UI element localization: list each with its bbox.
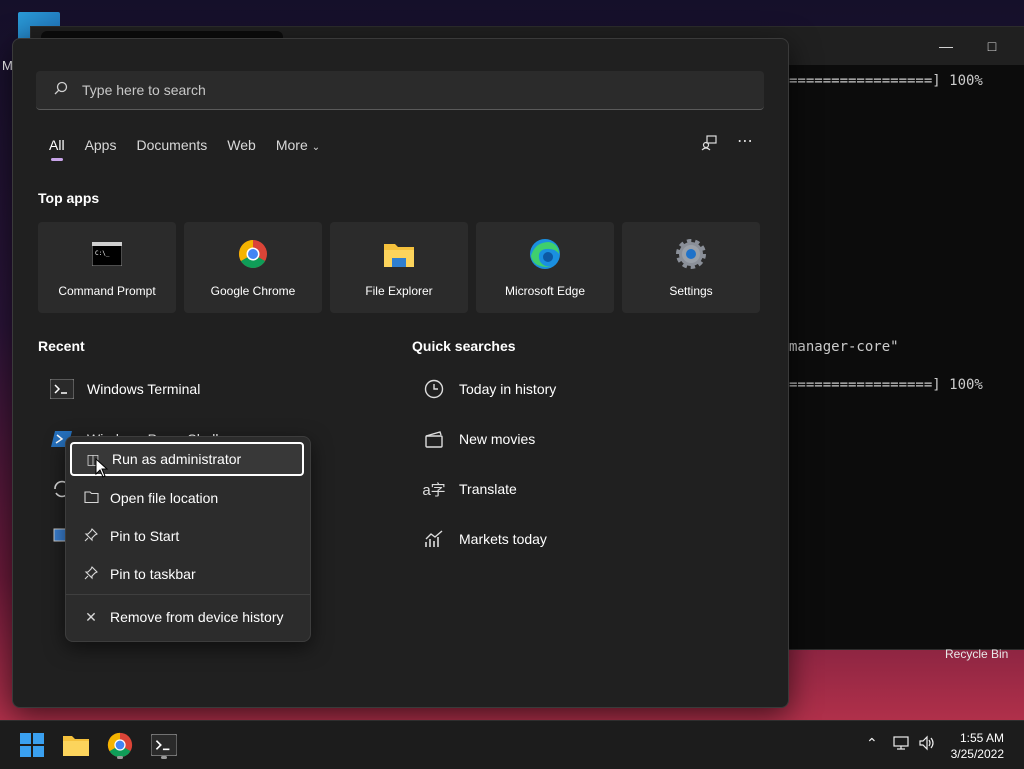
- folder-icon: [63, 736, 89, 756]
- search-icon: [54, 81, 70, 99]
- quick-search-new-movies[interactable]: New movies: [421, 428, 535, 450]
- running-indicator: [117, 756, 123, 759]
- menu-item-label: Open file location: [110, 490, 219, 506]
- menu-item-label: Remove from device history: [110, 609, 284, 625]
- recent-item-windows-terminal[interactable]: Windows Terminal: [49, 378, 200, 400]
- tab-all[interactable]: All: [49, 137, 65, 161]
- app-tile-google-chrome[interactable]: Google Chrome: [184, 222, 322, 313]
- recent-heading: Recent: [38, 338, 85, 354]
- maximize-icon[interactable]: □: [969, 35, 1015, 57]
- tab-more[interactable]: More ⌄: [276, 137, 320, 153]
- taskbar-terminal[interactable]: [148, 729, 180, 761]
- chrome-icon: [237, 238, 269, 270]
- start-button[interactable]: [16, 729, 48, 761]
- quick-search-translate[interactable]: a字 Translate: [421, 478, 517, 500]
- search-box[interactable]: [36, 71, 764, 110]
- folder-icon: [383, 238, 415, 270]
- edge-icon: [529, 238, 561, 270]
- chart-icon: [421, 528, 447, 550]
- recent-item-label: Windows Terminal: [87, 381, 201, 397]
- menu-separator: [66, 594, 310, 595]
- network-icon[interactable]: [892, 735, 910, 754]
- chevron-down-icon: ⌄: [311, 142, 321, 153]
- tab-web[interactable]: Web: [227, 137, 256, 153]
- windows-logo-icon: [20, 733, 44, 757]
- running-indicator: [161, 756, 167, 759]
- tab-more-label: More: [275, 137, 308, 153]
- clock-icon: [421, 378, 447, 400]
- taskbar-file-explorer[interactable]: [60, 729, 92, 761]
- clock-date: 3/25/2022: [950, 747, 1004, 761]
- terminal-icon: [151, 734, 177, 756]
- chrome-icon: [107, 732, 133, 758]
- clapper-icon: [421, 428, 447, 450]
- terminal-line: manager-core": [789, 339, 899, 355]
- clock-time: 1:55 AM: [959, 731, 1004, 745]
- tab-documents[interactable]: Documents: [136, 137, 207, 153]
- quick-search-today-in-history[interactable]: Today in history: [421, 378, 556, 400]
- app-tile-file-explorer[interactable]: File Explorer: [330, 222, 468, 313]
- translate-icon: a字: [422, 481, 446, 499]
- terminal-line: =================] 100%: [789, 377, 983, 393]
- clock[interactable]: 1:55 AM 3/25/2022: [951, 730, 1004, 762]
- top-apps-list: C:\_ Command Prompt Google Chrome File E…: [38, 222, 768, 313]
- search-tabs: All Apps Documents Web More ⌄: [49, 137, 340, 161]
- cmd-icon: C:\_: [91, 238, 123, 270]
- app-tile-label: Google Chrome: [210, 284, 296, 298]
- quick-search-label: Markets today: [459, 531, 547, 547]
- quick-search-markets-today[interactable]: Markets today: [421, 528, 547, 550]
- svg-text:C:\_: C:\_: [95, 250, 110, 257]
- quick-searches-heading: Quick searches: [412, 338, 516, 354]
- pin-icon: [82, 565, 100, 583]
- menu-item-pin-to-start[interactable]: Pin to Start: [70, 519, 304, 553]
- app-tile-label: Settings: [669, 284, 713, 298]
- app-tile-command-prompt[interactable]: C:\_ Command Prompt: [38, 222, 176, 313]
- quick-search-label: Today in history: [459, 381, 557, 397]
- search-input[interactable]: [80, 81, 724, 99]
- pin-icon: [82, 527, 100, 545]
- app-tile-label: Microsoft Edge: [504, 284, 586, 298]
- menu-item-label: Run as administrator: [112, 451, 242, 467]
- terminal-line: =================] 100%: [789, 73, 983, 89]
- mouse-cursor-icon: [95, 458, 109, 478]
- recycle-bin-label[interactable]: Recycle Bin: [945, 647, 1008, 661]
- app-tile-microsoft-edge[interactable]: Microsoft Edge: [476, 222, 614, 313]
- chevron-up-icon[interactable]: ⌃: [866, 735, 878, 752]
- more-options-icon[interactable]: ⋯: [737, 131, 753, 151]
- minimize-icon[interactable]: —: [923, 35, 969, 57]
- app-tile-settings[interactable]: Settings: [622, 222, 760, 313]
- close-icon: ✕: [85, 608, 97, 625]
- volume-icon[interactable]: [918, 735, 936, 754]
- quick-search-label: Translate: [459, 481, 517, 497]
- app-tile-label: File Explorer: [365, 284, 433, 298]
- menu-item-remove-from-device-history[interactable]: ✕ Remove from device history: [70, 600, 304, 634]
- terminal-icon: [49, 378, 75, 400]
- account-switch-icon[interactable]: [701, 135, 717, 156]
- taskbar: ⌃ 1:55 AM 3/25/2022: [0, 720, 1024, 769]
- tab-apps[interactable]: Apps: [85, 137, 117, 153]
- quick-search-label: New movies: [459, 431, 536, 447]
- taskbar-chrome[interactable]: [104, 729, 136, 761]
- folder-outline-icon: [82, 490, 100, 506]
- menu-item-pin-to-taskbar[interactable]: Pin to taskbar: [70, 557, 304, 591]
- app-tile-label: Command Prompt: [58, 284, 156, 298]
- gear-icon: [675, 238, 707, 270]
- menu-item-label: Pin to Start: [110, 528, 180, 544]
- top-apps-heading: Top apps: [38, 190, 100, 206]
- menu-item-label: Pin to taskbar: [110, 566, 196, 582]
- menu-item-open-file-location[interactable]: Open file location: [70, 481, 304, 515]
